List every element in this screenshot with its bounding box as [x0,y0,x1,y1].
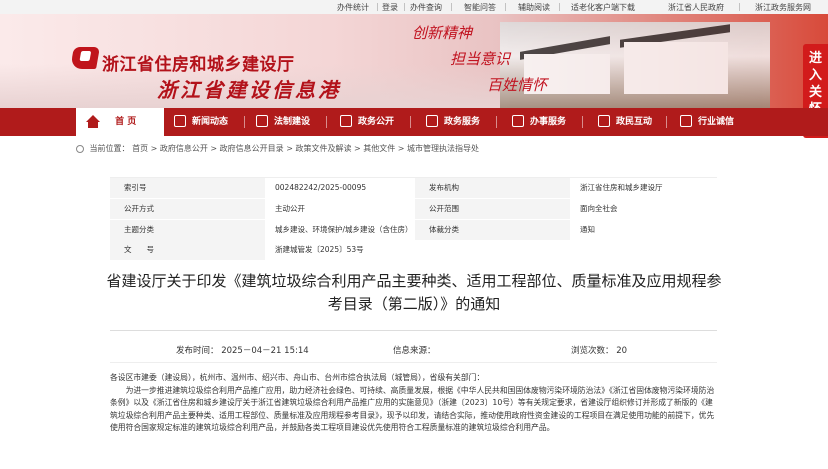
link-zj-service[interactable]: 浙江政务服务网 [755,2,811,13]
integrity-icon [680,114,692,127]
meta-label: 索引号 [110,178,265,198]
home-icon [86,115,100,128]
main-nav: 首 页 新闻动态 法制建设 政务公开 政务服务 办事服务 政民互动 行业诚信 [0,108,828,136]
nav-gov-open-label: 政务公开 [358,117,395,127]
site-subtitle: 浙江省建设信息港 [157,78,341,102]
separator: | [504,2,507,11]
view-count: 浏览次数： 20 [571,346,628,356]
affairs-icon [512,114,524,127]
location-icon [76,144,84,153]
site-title[interactable]: 浙江省住房和城乡建设厅 [102,50,295,75]
meta-value: 城乡建设、环境保护/城乡建设（含住房） [275,225,413,234]
link-query[interactable]: 办件查询 [410,2,442,13]
nav-divider [410,116,411,128]
article-salutation: 各设区市建委（建设局），杭州市、温州市、绍兴市、舟山市、台州市综合执法局（城管局… [110,373,485,382]
separator: | [558,2,561,11]
meta-value: 002482242/2025-00095 [275,183,367,192]
nav-home-label: 首 页 [115,117,137,127]
meta-label: 公开方式 [110,199,265,219]
gov-open-icon [340,114,352,127]
slogan-2: 担当意识 [450,50,511,68]
divider [110,362,717,363]
nav-news-label: 新闻动态 [192,117,229,127]
separator: | [403,2,406,11]
interaction-icon [598,114,610,127]
meta-row: 索引号 002482242/2025-00095 发布机构 浙江省住房和城乡建设… [110,178,717,198]
separator: | [376,2,379,11]
top-utility-bar: 办件统计 | 登录 | 办件查询 | 智能问答 | 辅助阅读 | 适老化客户端下… [0,0,828,14]
meta-value: 浙建城管发〔2025〕53号 [275,245,364,254]
link-elderly-app[interactable]: 适老化客户端下载 [571,2,635,13]
meta-label: 主题分类 [110,220,265,240]
link-zj-gov[interactable]: 浙江省人民政府 [668,2,724,13]
nav-integrity-label: 行业诚信 [698,117,735,127]
nav-integrity[interactable]: 行业诚信 [680,108,734,136]
meta-label: 公开范围 [415,199,570,219]
divider [110,330,717,331]
document-meta-table: 索引号 002482242/2025-00095 发布机构 浙江省住房和城乡建设… [110,177,717,260]
nav-legal[interactable]: 法制建设 [256,108,310,136]
meta-label: 发布机构 [415,178,570,198]
meta-row: 文 号 浙建城管发〔2025〕53号 [110,240,717,260]
nav-gov-service[interactable]: 政务服务 [426,108,480,136]
gov-service-icon [426,114,438,127]
info-source: 信息来源： [393,346,436,356]
legal-icon [256,114,268,127]
nav-divider [582,116,583,128]
meta-label: 文 号 [110,240,265,260]
nav-affairs[interactable]: 办事服务 [512,108,566,136]
nav-interaction[interactable]: 政民互动 [598,108,652,136]
link-login[interactable]: 登录 [382,2,398,13]
meta-value: 浙江省住房和城乡建设厅 [580,183,663,192]
nav-home[interactable]: 首 页 [76,108,164,136]
publish-time: 发布时间： 2025－04－21 15:14 [176,346,309,356]
nav-divider [496,116,497,128]
separator: | [738,2,741,11]
nav-divider [326,116,327,128]
slogan-3: 百姓情怀 [487,76,548,94]
breadcrumb-path[interactable]: 首页 > 政府信息公开 > 政府信息公开目录 > 政策文件及解读 > 其他文件 … [132,144,479,153]
nav-divider [244,116,245,128]
meta-value: 面向全社会 [580,204,618,213]
article-paragraph: 为进一步推进建筑垃圾综合利用产品推广应用，助力经济社会绿色、可持续、高质量发展，… [110,385,715,433]
link-reading[interactable]: 辅助阅读 [518,2,550,13]
nav-divider [666,116,667,128]
meta-row: 主题分类 城乡建设、环境保护/城乡建设（含住房） 体裁分类 通知 [110,220,717,240]
nav-affairs-label: 办事服务 [530,117,567,127]
news-icon [174,114,186,127]
meta-value: 主动公开 [275,204,305,213]
slogan-1: 创新精神 [412,24,473,42]
nav-interaction-label: 政民互动 [616,117,653,127]
link-qa[interactable]: 智能问答 [464,2,496,13]
breadcrumb-prefix: 当前位置： [89,144,130,153]
breadcrumb: 当前位置： 首页 > 政府信息公开 > 政府信息公开目录 > 政策文件及解读 >… [76,143,479,154]
article-body: 各设区市建委（建设局），杭州市、温州市、绍兴市、舟山市、台州市综合执法局（城管局… [110,372,720,435]
logo-emblem-icon [70,47,100,69]
nav-gov-service-label: 政务服务 [444,117,481,127]
link-stats[interactable]: 办件统计 [337,2,369,13]
nav-news[interactable]: 新闻动态 [174,108,228,136]
meta-value: 通知 [580,225,595,234]
nav-legal-label: 法制建设 [274,117,311,127]
banner-image [500,22,770,108]
meta-label: 体裁分类 [415,220,570,240]
meta-row: 公开方式 主动公开 公开范围 面向全社会 [110,199,717,219]
header-banner: 浙江省住房和城乡建设厅 浙江省建设信息港 创新精神 担当意识 百姓情怀 [0,14,828,108]
separator: | [450,2,453,11]
article-title: 省建设厅关于印发《建筑垃圾综合利用产品主要种类、适用工程部位、质量标准及应用规程… [106,272,722,313]
nav-gov-open[interactable]: 政务公开 [340,108,394,136]
